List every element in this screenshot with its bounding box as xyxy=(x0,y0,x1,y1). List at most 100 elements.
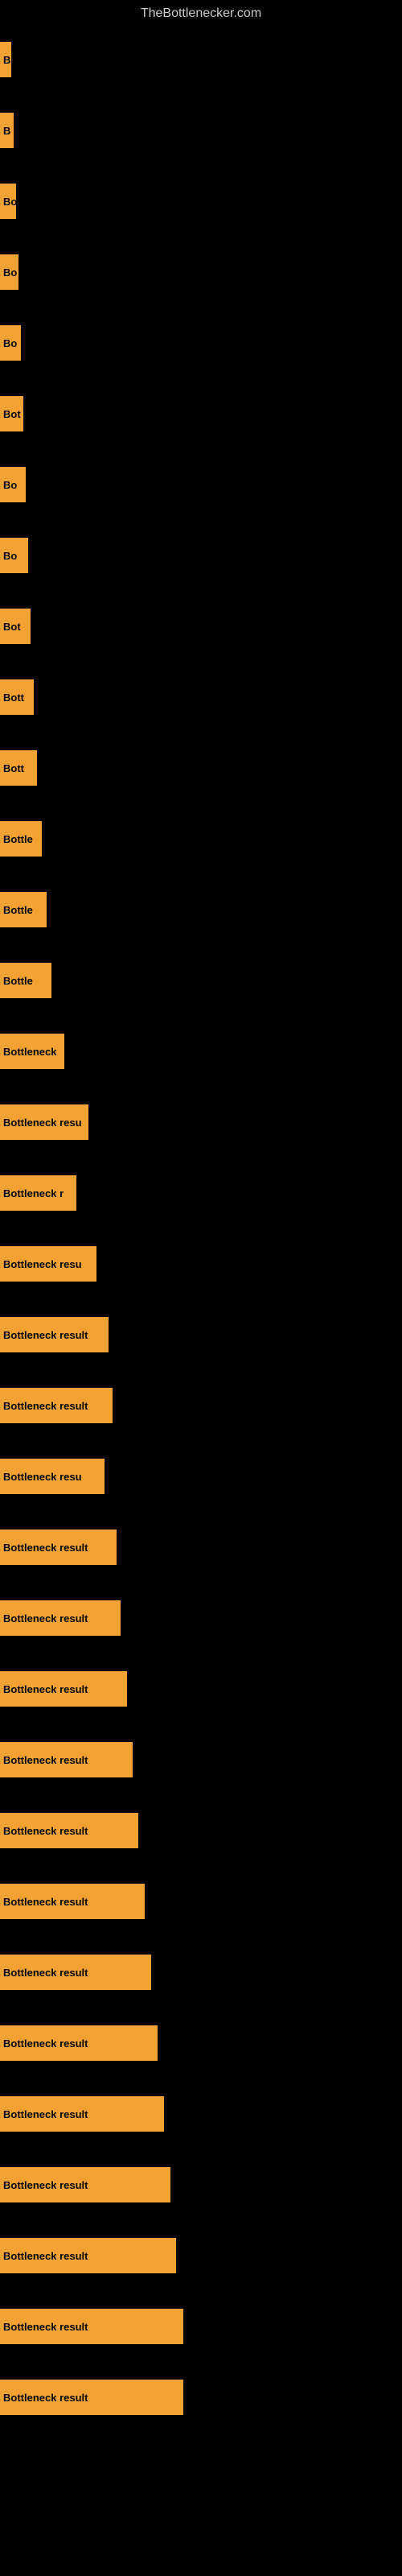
bar-label: Bottleneck result xyxy=(3,1825,88,1837)
bar-label: Bottleneck result xyxy=(3,2250,88,2262)
bar-row: Bottleneck result xyxy=(0,1583,402,1653)
bar-item: Bottleneck result xyxy=(0,2380,183,2415)
bar-item: Bo xyxy=(0,184,16,219)
bar-row: Bottleneck result xyxy=(0,1866,402,1937)
bar-item: Bottleneck result xyxy=(0,2025,158,2061)
bar-label: Bo xyxy=(3,479,17,491)
bar-row: Bo xyxy=(0,166,402,237)
bar-label: Bottleneck result xyxy=(3,1400,88,1412)
bar-row: Bo xyxy=(0,520,402,591)
bar-label: Bottle xyxy=(3,975,33,987)
bar-label: Bottleneck result xyxy=(3,2321,88,2333)
bars-container: B B Bo Bo Bo Bot Bo Bo Bot Bott Bott Bottle Bottle Bo… xyxy=(0,24,402,2433)
bar-item: Bo xyxy=(0,254,18,290)
bar-item: Bottleneck result xyxy=(0,1742,133,1777)
bar-item: Bottle xyxy=(0,892,47,927)
bar-row: Bottleneck xyxy=(0,1016,402,1087)
bar-label: Bottleneck xyxy=(3,1046,56,1058)
bar-label: Bottleneck result xyxy=(3,1683,88,1695)
bar-row: Bot xyxy=(0,591,402,662)
bar-label: Bottleneck result xyxy=(3,1754,88,1766)
bar-item: Bo xyxy=(0,467,26,502)
bar-label: Bottleneck r xyxy=(3,1187,64,1199)
bar-row: Bott xyxy=(0,662,402,733)
bar-item: B xyxy=(0,113,14,148)
bar-item: Bott xyxy=(0,679,34,715)
bar-item: Bo xyxy=(0,325,21,361)
bar-item: Bottleneck resu xyxy=(0,1246,96,1282)
bar-label: Bot xyxy=(3,408,21,420)
bar-item: Bottle xyxy=(0,821,42,857)
bar-label: Bottleneck result xyxy=(3,2037,88,2050)
bar-row: Bottleneck result xyxy=(0,1512,402,1583)
bar-item: Bottleneck resu xyxy=(0,1104,88,1140)
bar-item: Bottleneck result xyxy=(0,2309,183,2344)
bar-row: Bottleneck resu xyxy=(0,1441,402,1512)
bar-row: Bottleneck r xyxy=(0,1158,402,1228)
bar-label: Bottleneck result xyxy=(3,1329,88,1341)
bar-label: Bottle xyxy=(3,833,33,845)
bar-item: Bottleneck result xyxy=(0,2167,170,2202)
bar-item: B xyxy=(0,42,11,77)
bar-label: Bo xyxy=(3,196,16,208)
bar-label: B xyxy=(3,54,10,66)
bar-row: Bo xyxy=(0,308,402,378)
bar-row: Bo xyxy=(0,449,402,520)
bar-item: Bottleneck result xyxy=(0,1671,127,1707)
bar-label: Bott xyxy=(3,691,24,704)
bar-row: Bottleneck resu xyxy=(0,1087,402,1158)
bar-item: Bottleneck result xyxy=(0,1388,113,1423)
bar-row: Bottleneck result xyxy=(0,2291,402,2362)
bar-label: Bottleneck result xyxy=(3,2392,88,2404)
bar-item: Bott xyxy=(0,750,37,786)
bar-item: Bot xyxy=(0,609,31,644)
bar-row: Bott xyxy=(0,733,402,803)
bar-row: Bottleneck result xyxy=(0,2362,402,2433)
bar-row: Bo xyxy=(0,237,402,308)
bar-item: Bottleneck xyxy=(0,1034,64,1069)
bar-row: Bottle xyxy=(0,945,402,1016)
bar-label: Bo xyxy=(3,550,17,562)
bar-label: Bottleneck resu xyxy=(3,1117,82,1129)
bar-row: Bottleneck result xyxy=(0,2079,402,2149)
bar-row: Bottleneck result xyxy=(0,1299,402,1370)
bar-row: B xyxy=(0,95,402,166)
bar-row: Bottleneck result xyxy=(0,1653,402,1724)
bar-item: Bottleneck result xyxy=(0,1813,138,1848)
bar-row: Bottleneck result xyxy=(0,1937,402,2008)
bar-row: Bottleneck result xyxy=(0,1795,402,1866)
bar-row: Bottle xyxy=(0,803,402,874)
bar-item: Bottleneck resu xyxy=(0,1459,105,1494)
bar-label: B xyxy=(3,125,10,137)
bar-label: Bo xyxy=(3,266,17,279)
bar-label: Bottleneck result xyxy=(3,1612,88,1624)
site-title: TheBottlenecker.com xyxy=(0,0,402,24)
bar-label: Bottleneck resu xyxy=(3,1471,82,1483)
bar-row: Bottleneck resu xyxy=(0,1228,402,1299)
bar-row: Bottle xyxy=(0,874,402,945)
bar-row: Bottleneck result xyxy=(0,1370,402,1441)
bar-row: B xyxy=(0,24,402,95)
bar-item: Bottleneck result xyxy=(0,1317,109,1352)
bar-item: Bot xyxy=(0,396,23,431)
bar-label: Bo xyxy=(3,337,17,349)
bar-row: Bottleneck result xyxy=(0,2220,402,2291)
bar-item: Bo xyxy=(0,538,28,573)
bar-row: Bot xyxy=(0,378,402,449)
bar-label: Bot xyxy=(3,621,21,633)
bar-item: Bottleneck result xyxy=(0,1600,121,1636)
bar-label: Bottle xyxy=(3,904,33,916)
bar-label: Bottleneck result xyxy=(3,2179,88,2191)
bar-label: Bottleneck resu xyxy=(3,1258,82,1270)
bar-label: Bottleneck result xyxy=(3,1967,88,1979)
bar-item: Bottleneck result xyxy=(0,2096,164,2132)
bar-label: Bottleneck result xyxy=(3,1542,88,1554)
bar-item: Bottleneck result xyxy=(0,1530,117,1565)
bar-item: Bottle xyxy=(0,963,51,998)
bar-item: Bottleneck result xyxy=(0,2238,176,2273)
bar-item: Bottleneck result xyxy=(0,1955,151,1990)
bar-item: Bottleneck result xyxy=(0,1884,145,1919)
bar-item: Bottleneck r xyxy=(0,1175,76,1211)
bar-row: Bottleneck result xyxy=(0,2008,402,2079)
bar-row: Bottleneck result xyxy=(0,2149,402,2220)
